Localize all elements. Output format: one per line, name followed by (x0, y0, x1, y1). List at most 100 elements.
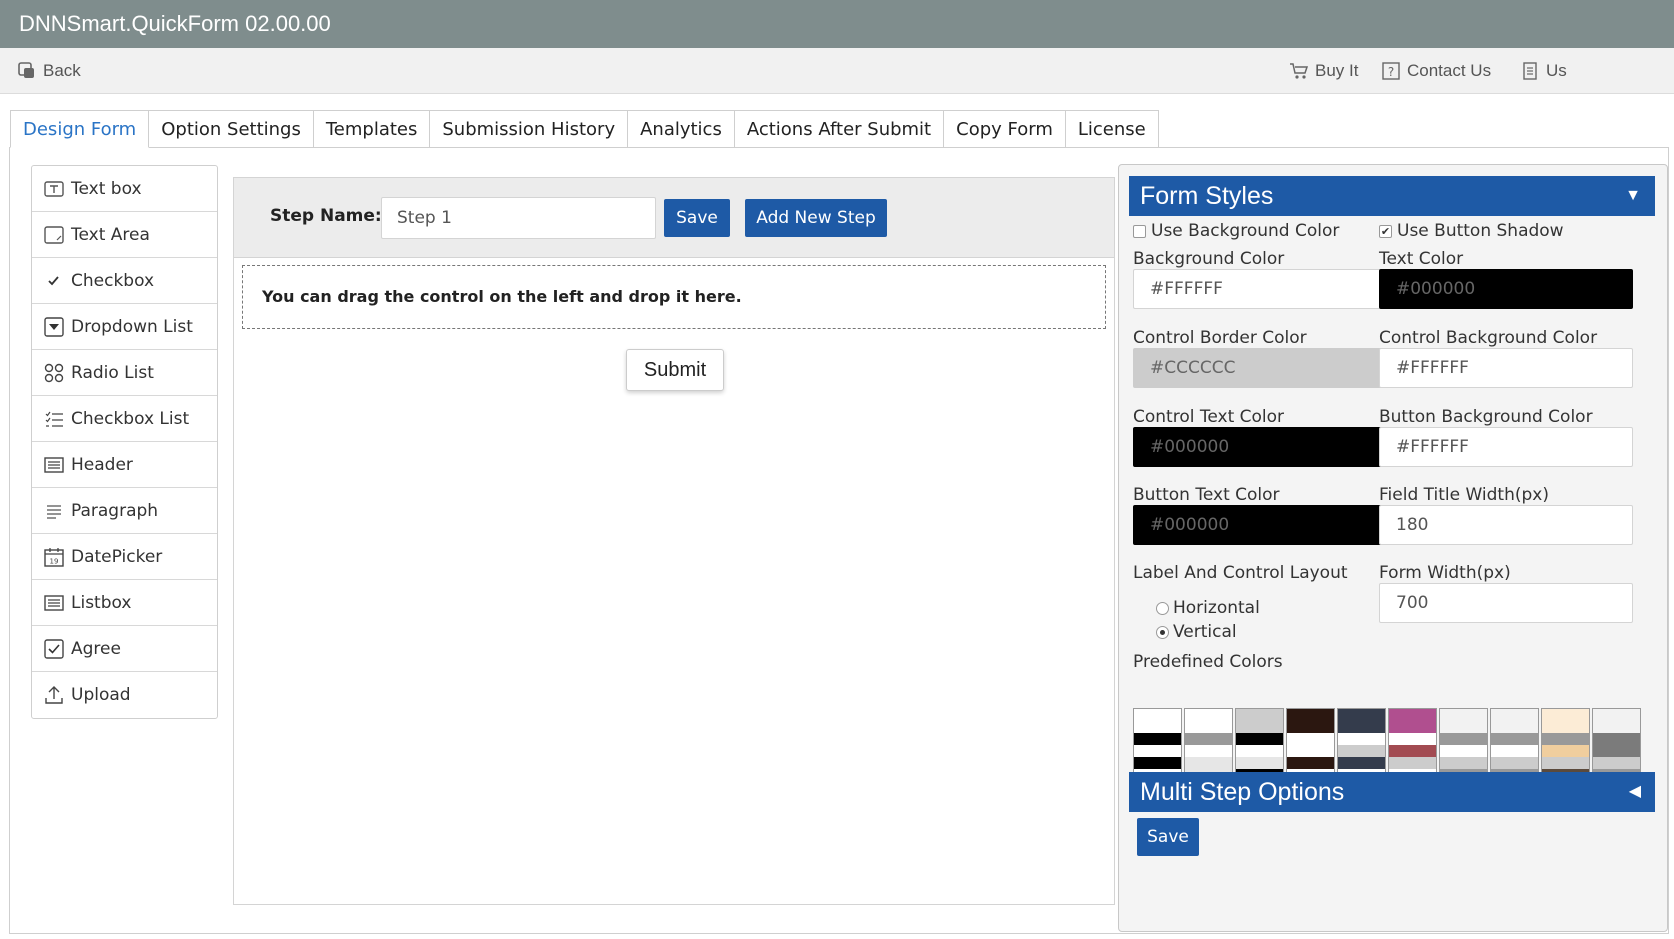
caret-down-icon: ▼ (1625, 187, 1641, 204)
swatch-band (1134, 733, 1181, 745)
button-background-color-input[interactable]: #FFFFFF (1379, 427, 1633, 467)
swatch-band (1542, 721, 1589, 733)
tab-copy-form[interactable]: Copy Form (944, 110, 1066, 148)
tab-strip: Design Form Option Settings Templates Su… (10, 110, 1159, 148)
tab-option-settings[interactable]: Option Settings (149, 110, 314, 148)
background-color-label: Background Color (1133, 249, 1285, 269)
control-background-color-input[interactable]: #FFFFFF (1379, 348, 1633, 388)
layout-horizontal-radio[interactable]: Horizontal (1156, 598, 1260, 618)
swatch-band (1185, 721, 1232, 733)
panel-save-button[interactable]: Save (1137, 818, 1199, 856)
tab-license[interactable]: License (1065, 110, 1159, 148)
tab-design-form[interactable]: Design Form (10, 110, 150, 148)
swatch-band (1389, 745, 1436, 757)
buy-it-label: Buy It (1315, 61, 1359, 80)
swatch-band (1185, 709, 1232, 721)
palette-item-checkbox[interactable]: Checkbox (32, 258, 217, 304)
use-background-color-checkbox[interactable]: Use Background Color (1133, 221, 1339, 241)
drop-zone[interactable]: You can drag the control on the left and… (242, 265, 1106, 329)
palette-item-radio-list[interactable]: Radio List (32, 350, 217, 396)
layout-horizontal-label: Horizontal (1173, 598, 1260, 618)
swatch-band (1440, 721, 1487, 733)
save-step-button[interactable]: Save (664, 199, 730, 237)
palette-item-agree[interactable]: Agree (32, 626, 217, 672)
swatch-band (1134, 721, 1181, 733)
tab-analytics[interactable]: Analytics (628, 110, 735, 148)
text-color-label: Text Color (1379, 249, 1464, 269)
swatch-band (1542, 757, 1589, 769)
palette-item-checkbox-list[interactable]: Checkbox List (32, 396, 217, 442)
palette-item-upload[interactable]: Upload (32, 672, 217, 718)
swatch-band (1491, 709, 1538, 721)
multi-step-options-title: Multi Step Options (1140, 778, 1345, 806)
tab-actions-after-submit[interactable]: Actions After Submit (734, 110, 945, 148)
swatch-band (1338, 745, 1385, 757)
form-styles-header[interactable]: Form Styles ▼ (1129, 176, 1655, 216)
layout-vertical-label: Vertical (1173, 622, 1237, 642)
use-button-shadow-checkbox[interactable]: ✔ Use Button Shadow (1379, 221, 1564, 241)
user-manual-label: Us (1546, 61, 1567, 80)
calendar-icon: 19 (44, 547, 64, 567)
palette-item-dropdown[interactable]: Dropdown List (32, 304, 217, 350)
control-text-color-input[interactable]: #000000 (1133, 427, 1387, 467)
submit-button[interactable]: Submit (626, 349, 724, 391)
swatch-band (1134, 757, 1181, 769)
contact-us-button[interactable]: ? Contact Us (1381, 48, 1491, 94)
swatch-band (1134, 745, 1181, 757)
palette-label: Agree (71, 638, 121, 659)
agree-icon (44, 638, 64, 659)
swatch-band (1338, 721, 1385, 733)
control-border-color-input[interactable]: #CCCCCC (1133, 348, 1387, 388)
textbox-icon (44, 180, 64, 197)
swatch-band (1287, 733, 1334, 745)
palette-label: Header (71, 454, 133, 475)
swatch-band (1389, 709, 1436, 721)
multi-step-options-header[interactable]: Multi Step Options ◀ (1129, 772, 1655, 812)
swatch-band (1389, 757, 1436, 769)
tab-templates[interactable]: Templates (313, 110, 431, 148)
text-color-input[interactable]: #000000 (1379, 269, 1633, 309)
add-new-step-button[interactable]: Add New Step (745, 199, 887, 237)
palette-item-listbox[interactable]: Listbox (32, 580, 217, 626)
palette-label: Checkbox (71, 270, 155, 291)
palette-item-textarea[interactable]: Text Area (32, 212, 217, 258)
control-border-color-label: Control Border Color (1133, 328, 1307, 348)
checkbox-unchecked (1133, 224, 1146, 238)
tab-submission-history[interactable]: Submission History (430, 110, 629, 148)
control-palette: Text box Text Area Checkbox Dropdown Lis… (31, 165, 218, 719)
swatch-band (1389, 733, 1436, 745)
background-color-input[interactable]: #FFFFFF (1133, 269, 1387, 309)
back-button[interactable]: Back (17, 48, 81, 94)
swatch-band (1338, 757, 1385, 769)
swatch-band (1542, 745, 1589, 757)
swatch-band (1491, 757, 1538, 769)
field-title-width-input[interactable]: 180 (1379, 505, 1633, 545)
swatch-band (1593, 709, 1640, 721)
contact-us-label: Contact Us (1407, 61, 1492, 80)
use-btn-shadow-label: Use Button Shadow (1397, 221, 1564, 241)
layout-vertical-radio[interactable]: Vertical (1156, 622, 1237, 642)
palette-label: Upload (71, 685, 131, 705)
palette-item-textbox[interactable]: Text box (32, 166, 217, 212)
swatch-band (1440, 745, 1487, 757)
listbox-icon (44, 594, 64, 611)
step-bar: Step Name: Step 1 Save Add New Step (234, 178, 1114, 258)
palette-label: Radio List (71, 362, 154, 383)
palette-item-paragraph[interactable]: Paragraph (32, 488, 217, 534)
button-text-color-input[interactable]: #000000 (1133, 505, 1387, 545)
step-name-input[interactable]: Step 1 (381, 197, 656, 239)
buy-it-button[interactable]: Buy It (1289, 48, 1358, 94)
user-manual-button[interactable]: Us (1520, 48, 1567, 94)
design-canvas: Step Name: Step 1 Save Add New Step You … (233, 177, 1115, 905)
palette-label: Checkbox List (71, 408, 190, 429)
palette-item-datepicker[interactable]: 19 DatePicker (32, 534, 217, 580)
swatch-band (1134, 709, 1181, 721)
swatch-band (1542, 709, 1589, 721)
back-label: Back (43, 61, 81, 80)
swatch-band (1236, 757, 1283, 769)
palette-item-header[interactable]: Header (32, 442, 217, 488)
form-width-input[interactable]: 700 (1379, 583, 1633, 623)
palette-label: Text box (71, 178, 142, 199)
swatch-band (1593, 757, 1640, 769)
toolbar: Back Buy It ? Contact Us Us (0, 48, 1674, 94)
